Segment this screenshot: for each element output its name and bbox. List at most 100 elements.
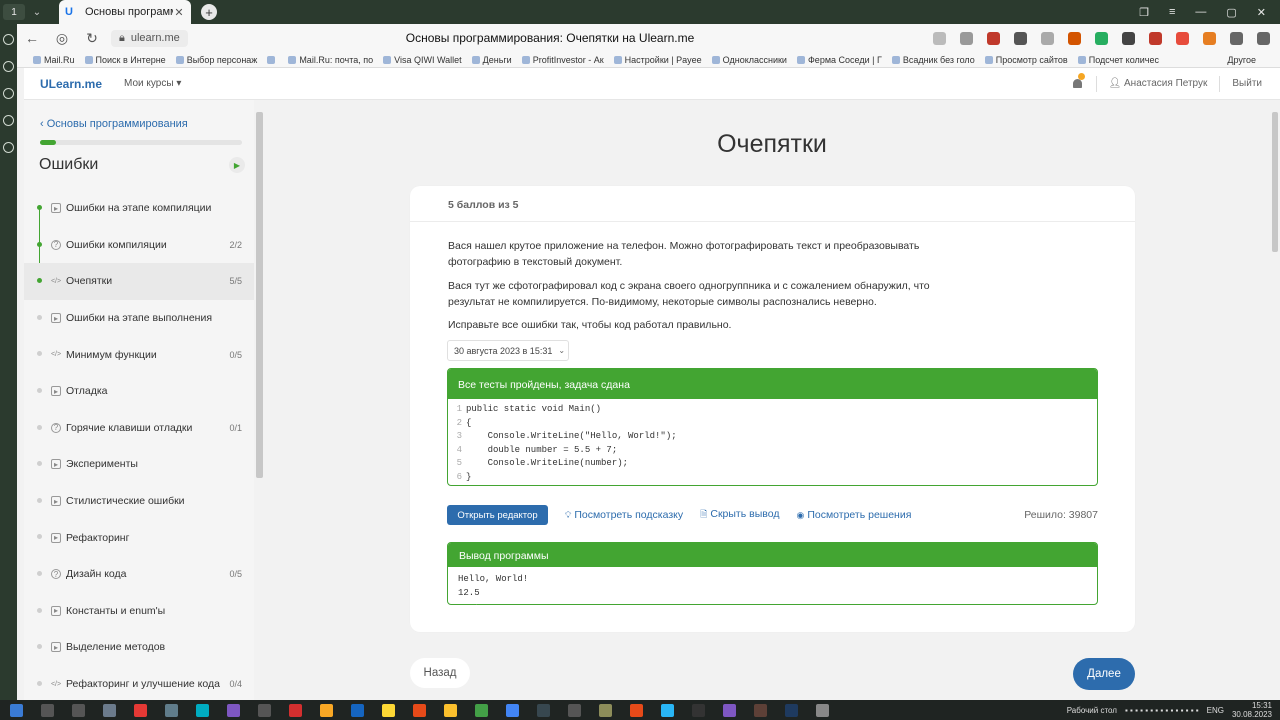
reload-icon[interactable]: ↻ [77, 30, 107, 47]
sidebar-item[interactable]: ▸ Рефакторинг [24, 519, 254, 556]
other-bookmarks[interactable]: Другое [1227, 55, 1280, 65]
sidebar-item[interactable]: ? Ошибки компиляции 2/2 [24, 227, 254, 264]
app-icon[interactable] [754, 703, 767, 717]
bookmark-item[interactable]: Одноклассники [712, 55, 787, 65]
download-icon[interactable] [1257, 31, 1270, 45]
solutions-link[interactable]: ◉ Посмотреть решения [796, 509, 911, 521]
hint-link[interactable]: 💡︎ Посмотреть подсказку [565, 509, 683, 521]
close-window-icon[interactable]: ✕ [1257, 6, 1266, 19]
language-indicator[interactable]: ENG [1207, 706, 1224, 715]
extension-icon[interactable] [987, 31, 1000, 45]
sidebar-item[interactable]: ▸ Ошибки на этапе компиляции [24, 190, 254, 227]
next-button[interactable]: Далее [1073, 658, 1135, 690]
page-scrollbar[interactable] [1270, 100, 1280, 700]
sidebar-item[interactable]: ▸ Выделение методов [24, 629, 254, 666]
panel-icon[interactable] [3, 88, 14, 99]
code-view[interactable]: 1 public static void Main() 2{3 Console.Wr… [448, 399, 1097, 484]
pocket-icon[interactable] [1176, 31, 1189, 45]
chevron-down-icon[interactable]: ⌄ [29, 4, 45, 20]
app-icon[interactable] [816, 703, 829, 717]
logout-link[interactable]: Выйти [1232, 78, 1262, 89]
my-courses-menu[interactable]: Мои курсы ▾ [124, 78, 181, 89]
extension-icon[interactable] [933, 31, 946, 45]
bookmark-item[interactable]: Выбор персонаж [176, 55, 258, 65]
app-icon[interactable] [599, 703, 612, 717]
search-icon[interactable] [41, 703, 54, 717]
app-icon[interactable] [227, 703, 240, 717]
bookmark-icon[interactable] [960, 31, 973, 45]
back-arrow-icon[interactable]: ← [17, 30, 47, 46]
app-icon[interactable] [196, 703, 209, 717]
workspace-switcher[interactable]: 1 [3, 4, 25, 20]
scrollbar-thumb[interactable] [256, 112, 263, 478]
panel-icon[interactable] [3, 142, 14, 153]
app-icon[interactable] [692, 703, 705, 717]
bookmark-item[interactable]: Деньги [472, 55, 512, 65]
steam-icon[interactable] [537, 703, 550, 717]
extension-icon[interactable] [1014, 31, 1027, 45]
new-tab-button[interactable]: + [201, 4, 217, 20]
minimize-icon[interactable]: — [1195, 6, 1206, 19]
desktop-label[interactable]: Рабочий стол [1067, 706, 1117, 715]
hide-output-link[interactable]: 🗎 Скрыть вывод [700, 507, 779, 523]
app-icon[interactable] [568, 703, 581, 717]
tile-icon[interactable]: ❐ [1139, 6, 1149, 19]
chrome-icon[interactable] [506, 703, 519, 717]
start-icon[interactable] [10, 703, 23, 717]
vivaldi-icon[interactable] [723, 703, 736, 717]
app-icon[interactable] [444, 703, 457, 717]
metamask-icon[interactable] [1203, 31, 1216, 45]
brave-icon[interactable] [413, 703, 426, 717]
bookmark-item[interactable]: Настройки | Payee [614, 55, 702, 65]
sidebar-item[interactable]: ▸ Константы и enum'ы [24, 593, 254, 630]
extension-icon[interactable] [1095, 31, 1108, 45]
lightroom-icon[interactable] [351, 703, 364, 717]
play-icon[interactable]: ▶ [229, 157, 245, 173]
open-editor-button[interactable]: Открыть редактор [447, 505, 548, 525]
bookmark-item[interactable]: ProfitInvestor - Ак [522, 55, 604, 65]
yandex-browser-icon[interactable] [289, 703, 302, 717]
extension-icon[interactable] [1149, 31, 1162, 45]
sidebar-item[interactable]: </> Минимум функции 0/5 [24, 336, 254, 373]
bookmark-item[interactable]: Подсчет количес [1078, 55, 1159, 65]
panel-icon[interactable] [3, 115, 14, 126]
close-icon[interactable]: ✕ [173, 6, 185, 19]
menu-icon[interactable]: ≡ [1169, 6, 1175, 19]
bell-icon[interactable] [1072, 72, 1085, 90]
logo[interactable]: ULearn.me [40, 77, 102, 91]
telegram-icon[interactable] [661, 703, 674, 717]
sidebar-item[interactable]: ? Дизайн кода 0/5 [24, 556, 254, 593]
sidebar-item[interactable]: ▸ Отладка [24, 373, 254, 410]
app-icon[interactable] [382, 703, 395, 717]
extension-icon[interactable] [1068, 31, 1081, 45]
sidebar-item[interactable]: </> Очепятки 5/5 [24, 263, 254, 300]
url-field[interactable]: 🔒︎ ulearn.me [111, 29, 188, 47]
panel-icon[interactable] [3, 61, 14, 72]
task-view-icon[interactable] [72, 703, 85, 717]
sidebar-scrollbar[interactable] [255, 100, 264, 700]
extension-icon[interactable] [1122, 31, 1135, 45]
sidebar-item[interactable]: ▸ Ошибки на этапе выполнения [24, 300, 254, 337]
photoshop-icon[interactable] [785, 703, 798, 717]
scrollbar-thumb[interactable] [1272, 112, 1278, 252]
bookmark-item[interactable]: Поиск в Интерне [85, 55, 166, 65]
back-button[interactable]: Назад [410, 658, 470, 688]
bookmark-item[interactable] [267, 55, 278, 65]
bookmark-item[interactable]: Ферма Соседи | Г [797, 55, 882, 65]
bookmark-item[interactable]: Просмотр сайтов [985, 55, 1068, 65]
panel-icon[interactable] [3, 34, 14, 45]
tray-icons[interactable]: ▪ ▪ ▪ ▪ ▪ ▪ ▪ ▪ ▪ ▪ ▪ ▪ ▪ ▪ ▪ [1125, 706, 1199, 715]
app-icon[interactable] [630, 703, 643, 717]
app-icon[interactable] [258, 703, 271, 717]
sidebar-item[interactable]: ? Горячие клавиши отладки 0/1 [24, 410, 254, 447]
maximize-icon[interactable]: ▢ [1226, 6, 1236, 19]
app-icon[interactable] [475, 703, 488, 717]
sidebar-item[interactable]: ▸ Стилистические ошибки [24, 483, 254, 520]
app-icon[interactable] [165, 703, 178, 717]
bookmark-item[interactable]: Visa QIWI Wallet [383, 55, 462, 65]
bookmark-item[interactable]: Всадник без голо [892, 55, 975, 65]
yandex-icon[interactable] [134, 703, 147, 717]
sidebar-item[interactable]: ▸ Эксперименты [24, 446, 254, 483]
shield-icon[interactable]: ◎ [47, 30, 77, 47]
bookmark-item[interactable]: Mail.Ru: почта, по [288, 55, 373, 65]
